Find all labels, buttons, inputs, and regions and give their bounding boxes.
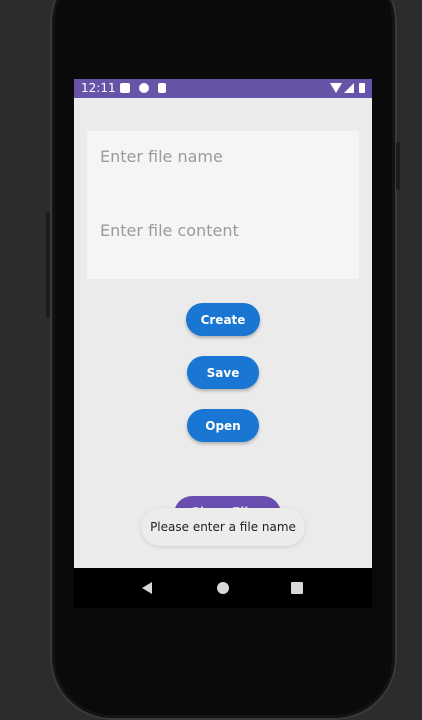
notification-a-icon <box>120 83 130 93</box>
navigation-bar <box>74 568 372 608</box>
home-icon[interactable] <box>217 582 229 594</box>
wifi-icon <box>330 83 342 93</box>
file-form: Enter file name Enter file content <box>87 131 359 279</box>
recent-apps-icon[interactable] <box>291 582 303 594</box>
file-name-input[interactable]: Enter file name <box>100 147 223 166</box>
create-button[interactable]: Create <box>186 303 260 336</box>
status-time: 12:11 <box>81 81 116 95</box>
save-button[interactable]: Save <box>187 356 259 389</box>
notification-p-icon <box>139 83 149 93</box>
app-screen: 12:11 Enter file name Enter file content… <box>74 79 372 608</box>
file-content-input[interactable]: Enter file content <box>100 221 239 240</box>
status-bar: 12:11 <box>74 79 372 98</box>
toast-message: Please enter a file name <box>141 508 305 546</box>
sd-card-icon <box>158 83 166 93</box>
signal-icon <box>344 83 354 93</box>
battery-icon <box>359 83 365 93</box>
back-icon[interactable] <box>142 582 152 594</box>
open-button[interactable]: Open <box>187 409 259 442</box>
volume-button[interactable] <box>46 212 50 318</box>
power-button[interactable] <box>396 142 400 190</box>
